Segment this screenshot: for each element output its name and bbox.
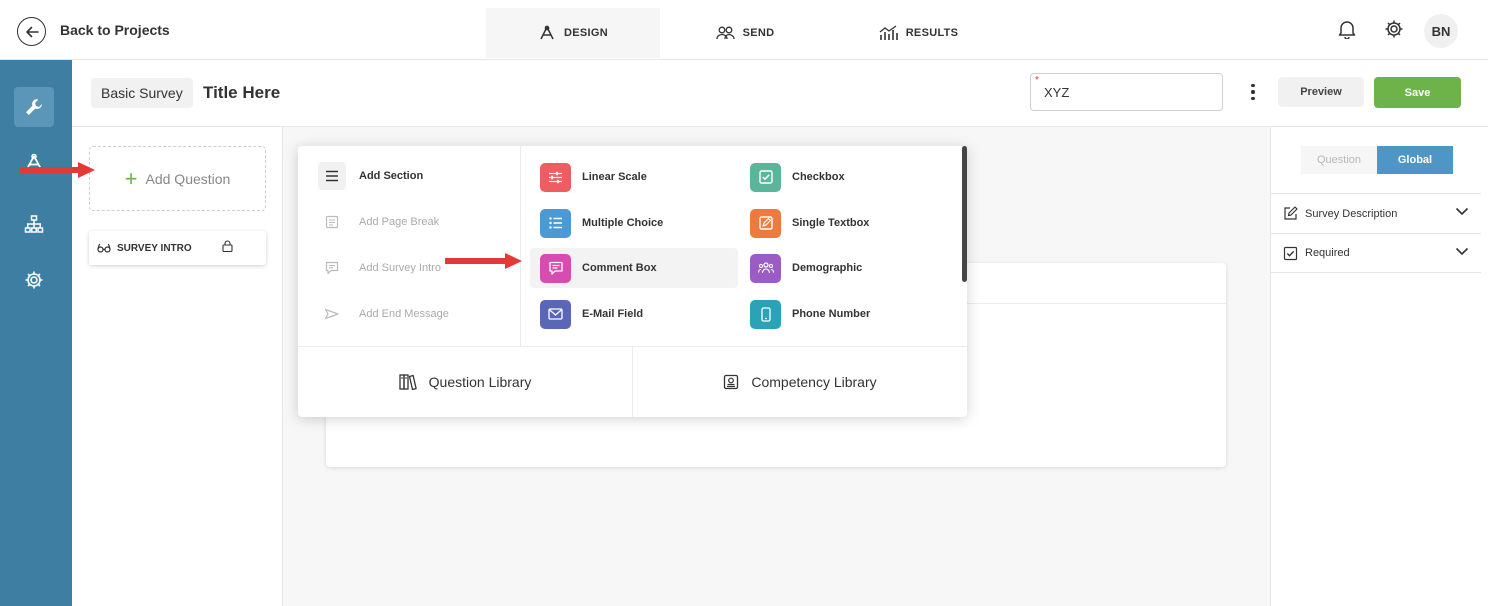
accordion-required[interactable]: Required: [1271, 233, 1481, 273]
menu-item-add-survey-intro[interactable]: Add Survey Intro: [318, 253, 441, 283]
gear-icon: [25, 271, 43, 289]
preview-button[interactable]: Preview: [1278, 77, 1364, 107]
question-type-phone-number[interactable]: Phone Number: [740, 294, 948, 334]
rail-item-settings[interactable]: [14, 260, 54, 300]
menu-scrollbar[interactable]: [962, 146, 967, 282]
edit-icon: [1284, 206, 1298, 220]
survey-intro-item[interactable]: SURVEY INTRO: [89, 231, 266, 265]
more-options-button[interactable]: [1244, 80, 1262, 104]
bell-icon: [1338, 21, 1356, 39]
save-button[interactable]: Save: [1374, 77, 1461, 108]
question-type-linear-scale[interactable]: Linear Scale: [530, 157, 738, 197]
page-break-icon: [318, 208, 346, 236]
menu-item-add-section[interactable]: Add Section: [318, 161, 423, 191]
kebab-dot-icon: [1251, 96, 1255, 101]
design-icon: [540, 25, 554, 40]
rail-item-structure[interactable]: [14, 204, 54, 244]
edit-box-icon: [750, 208, 781, 238]
people-icon: [750, 253, 781, 283]
settings-button[interactable]: [1382, 17, 1406, 41]
add-question-button[interactable]: + Add Question: [89, 146, 266, 211]
tab-results[interactable]: RESULTS: [866, 8, 971, 58]
lock-icon: [222, 240, 233, 252]
gear-icon: [1385, 20, 1403, 38]
checkbox-icon: [750, 162, 781, 192]
annotation-arrow-icon: [20, 162, 95, 178]
arrow-left-icon: [25, 26, 39, 37]
question-list-panel: + Add Question SURVEY INTRO: [72, 127, 283, 606]
survey-title[interactable]: Title Here: [203, 83, 280, 103]
rail-item-tools[interactable]: [14, 87, 54, 127]
required-asterisk-icon: *: [1035, 75, 1039, 86]
add-question-menu: Add Section Add Page Break Add Survey In…: [298, 146, 967, 417]
tab-question[interactable]: Question: [1301, 146, 1377, 174]
chevron-down-icon: [1455, 207, 1469, 216]
checkbox-icon: [1283, 246, 1298, 260]
glasses-icon: [97, 243, 111, 253]
menu-item-add-page-break[interactable]: Add Page Break: [318, 207, 439, 237]
users-icon: [715, 26, 735, 40]
notifications-button[interactable]: [1335, 17, 1359, 41]
user-avatar[interactable]: BN: [1424, 14, 1458, 48]
tab-send[interactable]: SEND: [700, 8, 790, 58]
comment-icon: [540, 253, 571, 283]
accordion-survey-description[interactable]: Survey Description: [1271, 193, 1481, 233]
wrench-icon: [26, 99, 42, 115]
question-type-checkbox[interactable]: Checkbox: [740, 157, 948, 197]
hierarchy-icon: [24, 215, 44, 233]
kebab-dot-icon: [1251, 90, 1255, 94]
survey-type-badge: Basic Survey: [91, 78, 193, 108]
question-library-button[interactable]: Question Library: [298, 347, 632, 417]
tab-global[interactable]: Global: [1377, 146, 1453, 174]
survey-code-input[interactable]: [1030, 73, 1223, 111]
properties-tab-group: Question Global: [1301, 146, 1453, 174]
flag-icon: [318, 300, 346, 328]
books-icon: [398, 374, 417, 390]
annotation-arrow-icon: [445, 253, 522, 269]
plus-icon: +: [124, 165, 138, 191]
competency-library-button[interactable]: Competency Library: [633, 347, 967, 417]
kebab-dot-icon: [1251, 83, 1255, 88]
menu-lines-icon: [318, 162, 346, 190]
question-type-single-textbox[interactable]: Single Textbox: [740, 203, 948, 243]
list-icon: [540, 208, 571, 238]
intro-icon: [318, 254, 346, 282]
back-button[interactable]: [17, 17, 46, 46]
question-type-email-field[interactable]: E-Mail Field: [530, 294, 738, 334]
envelope-icon: [540, 299, 571, 329]
question-type-demographic[interactable]: Demographic: [740, 248, 948, 288]
menu-divider: [520, 146, 521, 346]
left-rail: [0, 60, 72, 606]
badge-icon: [724, 374, 739, 390]
top-bar: Back to Projects DESIGN SEND RESULTS BN: [0, 0, 1488, 60]
chevron-down-icon: [1455, 247, 1469, 256]
properties-panel: Question Global Survey Description Requi…: [1270, 127, 1481, 606]
question-type-multiple-choice[interactable]: Multiple Choice: [530, 203, 738, 243]
phone-icon: [750, 299, 781, 329]
menu-item-add-end-message[interactable]: Add End Message: [318, 299, 449, 329]
sliders-icon: [540, 162, 571, 192]
back-to-projects-link[interactable]: Back to Projects: [60, 22, 170, 38]
survey-header: Basic Survey Title Here * Preview Save: [72, 60, 1488, 127]
tab-design[interactable]: DESIGN: [486, 8, 660, 58]
question-type-comment-box[interactable]: Comment Box: [530, 248, 738, 288]
results-chart-icon: [879, 25, 898, 40]
